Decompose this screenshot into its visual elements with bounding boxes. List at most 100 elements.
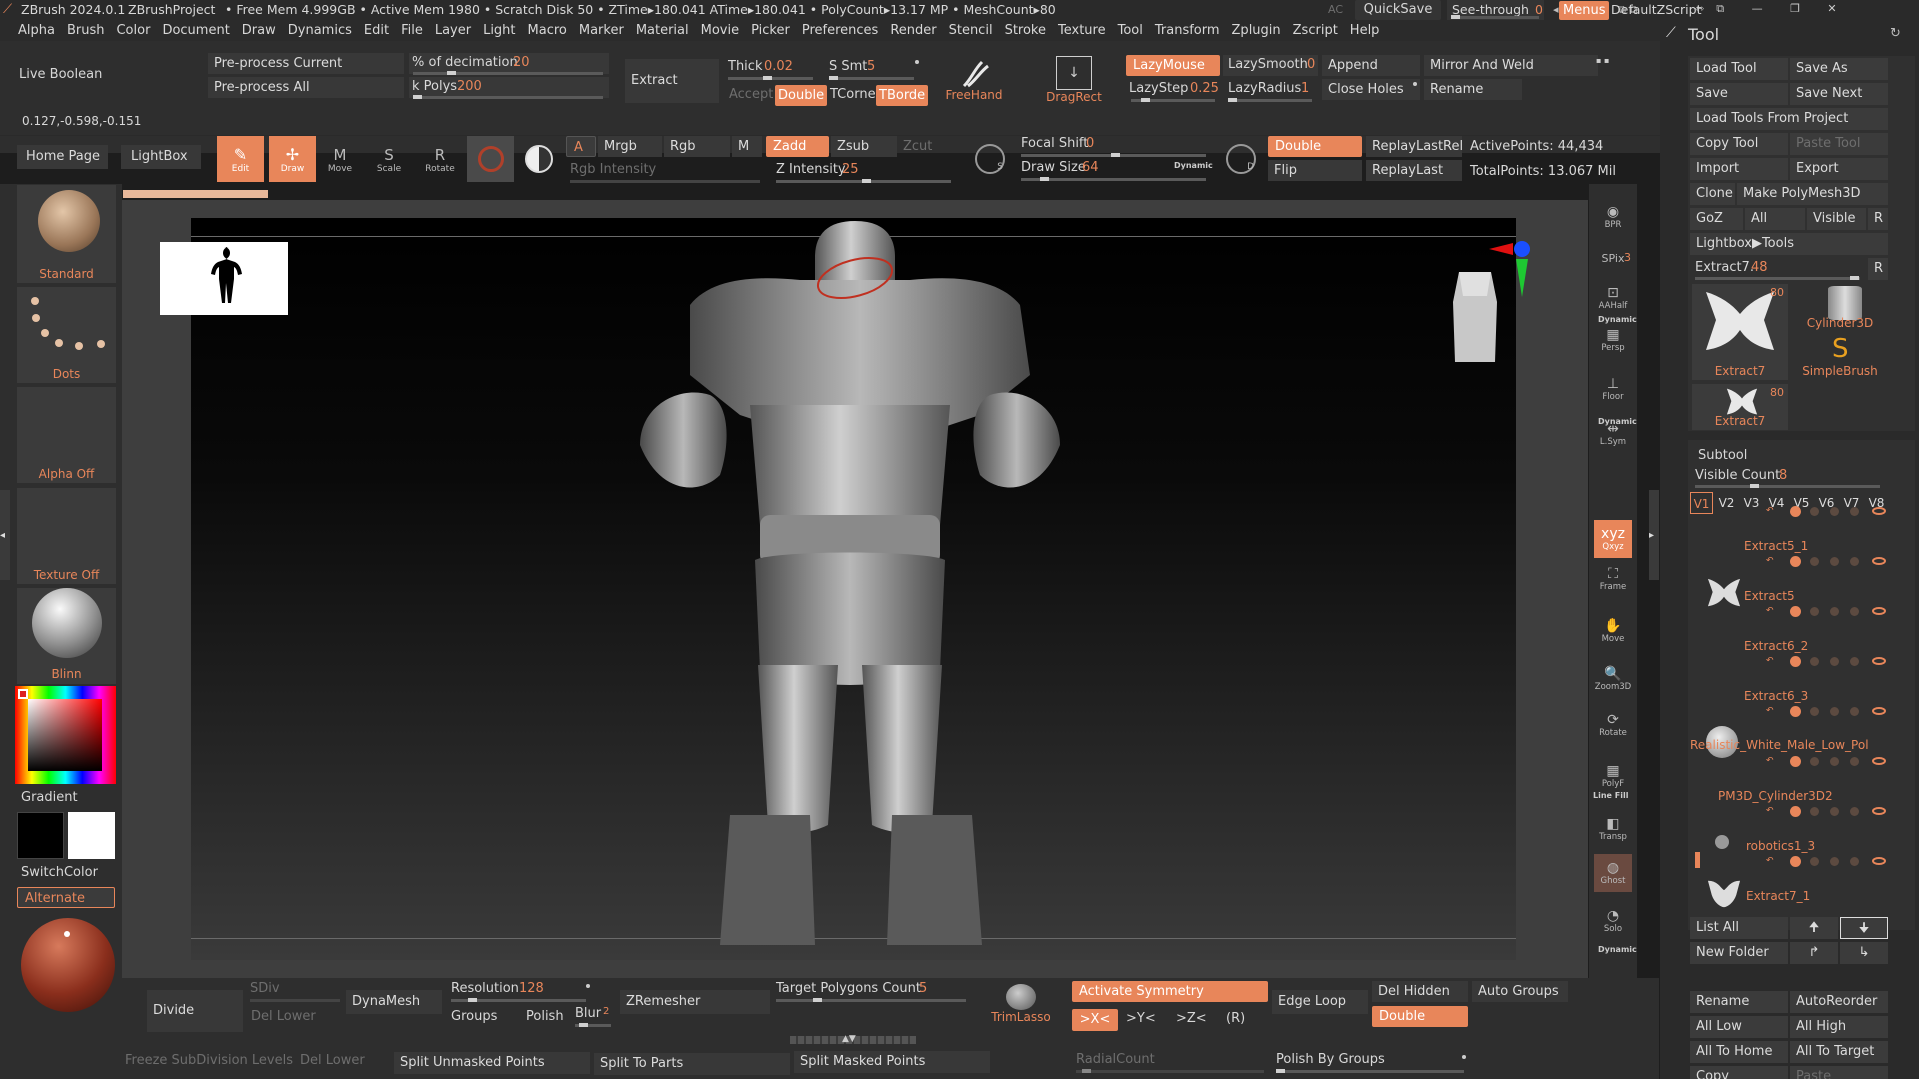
- lazystep-slider[interactable]: LazyStep 0.25: [1126, 80, 1220, 102]
- new-folder-button[interactable]: New Folder: [1690, 942, 1788, 964]
- accept-button[interactable]: Accept: [729, 87, 773, 102]
- flip-button[interactable]: Flip: [1268, 160, 1362, 181]
- a-toggle[interactable]: A: [566, 136, 596, 157]
- zcut-toggle[interactable]: Zcut: [903, 139, 932, 154]
- navigation-cube[interactable]: [1445, 264, 1505, 368]
- subtool-lock-icon[interactable]: [1830, 857, 1839, 866]
- lightbox-button[interactable]: LightBox: [121, 145, 201, 169]
- double-toggle[interactable]: Double: [775, 85, 828, 106]
- shelf-polyf[interactable]: ▦ PolyF: [1594, 757, 1632, 795]
- menu-layer[interactable]: Layer: [435, 20, 479, 41]
- default-zscript[interactable]: DefaultZScript: [1611, 2, 1702, 17]
- tool-palette-title[interactable]: Tool: [1688, 25, 1719, 44]
- subtool-controls[interactable]: ↶: [1766, 856, 1890, 868]
- menu-render[interactable]: Render: [890, 20, 944, 41]
- subtool-dynamic-icon[interactable]: [1790, 606, 1801, 617]
- menu-color[interactable]: Color: [116, 20, 158, 41]
- navigator-thumbnail[interactable]: [160, 242, 288, 315]
- rgb-intensity-slider[interactable]: Rgb Intensity: [566, 160, 764, 183]
- freeze-subdivision-button[interactable]: Freeze SubDivision Levels: [125, 1053, 293, 1068]
- preprocess-all-button[interactable]: Pre-process All: [208, 77, 404, 98]
- preprocess-current-button[interactable]: Pre-process Current: [208, 53, 404, 74]
- shelf-ghost[interactable]: ◍ Ghost: [1594, 854, 1632, 892]
- divide-button[interactable]: Divide: [147, 990, 243, 1032]
- subtool-lock-icon[interactable]: [1830, 607, 1839, 616]
- del-lower-2-button[interactable]: Del Lower: [300, 1053, 365, 1068]
- subtool-header[interactable]: Subtool: [1698, 448, 1747, 463]
- brush-slot[interactable]: Standard: [17, 185, 116, 283]
- import-button[interactable]: Import: [1690, 158, 1788, 180]
- alternate-button[interactable]: Alternate: [17, 887, 115, 908]
- subtool-lock-icon[interactable]: [1830, 707, 1839, 716]
- main-color-swatch[interactable]: [17, 812, 64, 859]
- stroke-slot[interactable]: Dots: [17, 287, 116, 383]
- double-sided-toggle[interactable]: Double: [1268, 136, 1362, 157]
- sdiv-slider[interactable]: SDiv: [247, 980, 343, 1002]
- autoreorder-button[interactable]: AutoReorder: [1790, 991, 1888, 1013]
- lazysmooth-slider[interactable]: LazySmooth 0: [1223, 55, 1318, 76]
- menu-stencil[interactable]: Stencil: [949, 20, 1001, 41]
- subtool-mode-icon[interactable]: [1850, 757, 1859, 766]
- subtool-lock-icon[interactable]: [1830, 757, 1839, 766]
- subtool-scrollbar[interactable]: [1695, 852, 1700, 868]
- subtool-arrow-icon[interactable]: ↶: [1766, 606, 1774, 616]
- folder-arrow-1[interactable]: ↱: [1790, 942, 1838, 964]
- auto-groups-button[interactable]: Auto Groups: [1472, 981, 1568, 1002]
- edit-mode-button[interactable]: ✎ Edit: [217, 136, 264, 182]
- split-to-parts-button[interactable]: Split To Parts: [594, 1053, 790, 1075]
- mrgb-toggle[interactable]: Mrgb: [598, 136, 662, 157]
- gizmo-button[interactable]: [520, 140, 558, 178]
- edge-loop-button[interactable]: Edge Loop: [1272, 990, 1368, 1014]
- subtool-polish-icon[interactable]: [1810, 507, 1819, 516]
- subtool-mode-icon[interactable]: [1850, 857, 1859, 866]
- tcorne-toggle[interactable]: TCorne: [830, 87, 876, 102]
- subtool-polish-icon[interactable]: [1810, 707, 1819, 716]
- subtool-arrow-icon[interactable]: ↶: [1766, 806, 1774, 816]
- z-symmetry-toggle[interactable]: >Z<: [1176, 1011, 1207, 1026]
- dynamesh-button[interactable]: DynaMesh: [346, 990, 442, 1014]
- menu-edit[interactable]: Edit: [364, 20, 397, 41]
- subtool-polish-icon[interactable]: [1810, 857, 1819, 866]
- subtool-controls[interactable]: ↶: [1766, 606, 1890, 618]
- subtool-mode-icon[interactable]: [1850, 807, 1859, 816]
- shelf-qxyz[interactable]: xyz Qxyz: [1594, 520, 1632, 558]
- lazymouse-toggle[interactable]: LazyMouse: [1126, 55, 1220, 76]
- rgb-toggle[interactable]: Rgb: [664, 136, 730, 157]
- menu-preferences[interactable]: Preferences: [802, 20, 886, 41]
- menu-macro[interactable]: Macro: [528, 20, 575, 41]
- subtool-lock-icon[interactable]: [1830, 807, 1839, 816]
- menu-texture[interactable]: Texture: [1058, 20, 1114, 41]
- menu-material[interactable]: Material: [636, 20, 697, 41]
- move-up-button[interactable]: 🠉: [1790, 917, 1838, 939]
- groups-toggle[interactable]: Groups: [451, 1009, 497, 1024]
- close-holes-button[interactable]: Close Holes: [1322, 79, 1420, 100]
- subtool-visibility-eye-icon[interactable]: [1872, 857, 1886, 865]
- all-to-target-button[interactable]: All To Target: [1790, 1041, 1888, 1063]
- subtool-polish-icon[interactable]: [1810, 607, 1819, 616]
- subtool-mode-icon[interactable]: [1850, 607, 1859, 616]
- shelf-aahalf[interactable]: ⊡ AAHalf: [1594, 279, 1632, 317]
- extract-button[interactable]: Extract: [625, 59, 719, 103]
- color-picker[interactable]: [15, 686, 116, 784]
- subtool-visibility-eye-icon[interactable]: [1872, 807, 1886, 815]
- live-boolean-button[interactable]: Live Boolean: [19, 67, 102, 82]
- home-page-button[interactable]: Home Page: [17, 145, 108, 169]
- kpolys-slider[interactable]: k Polys 200: [409, 77, 609, 99]
- m-toggle[interactable]: M: [732, 136, 762, 157]
- lightbox-tools-button[interactable]: Lightbox▶Tools: [1690, 233, 1888, 255]
- rename-button[interactable]: Rename: [1424, 79, 1522, 100]
- subtool-controls[interactable]: ↶: [1766, 506, 1890, 518]
- subtool-dynamic-icon[interactable]: [1790, 706, 1801, 717]
- texture-slot[interactable]: Texture Off: [17, 488, 116, 584]
- del-lower-button[interactable]: Del Lower: [251, 1009, 316, 1024]
- palette-reset-icon[interactable]: ↻: [1890, 26, 1901, 41]
- zadd-toggle[interactable]: Zadd: [766, 136, 829, 157]
- menu-light[interactable]: Light: [483, 20, 523, 41]
- menu-alpha[interactable]: Alpha: [18, 20, 63, 41]
- menu-marker[interactable]: Marker: [579, 20, 632, 41]
- append-button[interactable]: Append: [1322, 55, 1420, 76]
- window-controls[interactable]: ⇿⧉ — ❐ ✕: [1695, 2, 1849, 16]
- move-mode-button[interactable]: M Move: [318, 140, 362, 180]
- shelf-frame[interactable]: ⛶ Frame: [1594, 560, 1632, 598]
- draw-circle-icon[interactable]: D: [1226, 144, 1256, 174]
